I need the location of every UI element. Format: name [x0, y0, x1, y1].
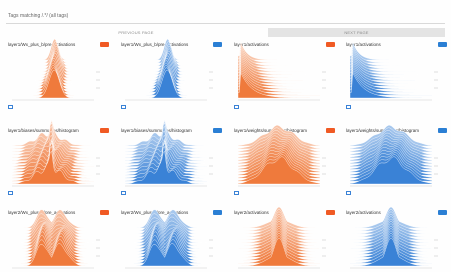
- expand-icon[interactable]: [234, 191, 239, 195]
- histogram-card: layer1/Wx_plus_b/pre_activations: [119, 38, 222, 110]
- histogram-card: layer2/Wx_plus_b/pre_activations: [119, 209, 222, 272]
- previous-page-button[interactable]: PREVIOUS PAGE: [84, 28, 188, 37]
- run-color-badge: [213, 210, 222, 215]
- histogram-card: layer1/biases/summaries/histogram: [6, 119, 109, 196]
- next-page-button[interactable]: NEXT PAGE: [268, 28, 445, 37]
- histogram-card-title: layer2/activations: [234, 210, 269, 215]
- histogram-card: layer1/biases/summaries/histogram: [119, 119, 222, 196]
- histogram-chart: [11, 119, 100, 187]
- run-color-badge: [326, 128, 335, 133]
- histogram-chart: [237, 206, 326, 269]
- tensorboard-histograms-view: Tags matching /.*/ (all tags) PREVIOUS P…: [0, 0, 451, 272]
- histogram-card-title: layer1/activations: [234, 42, 269, 47]
- run-color-badge: [100, 42, 109, 47]
- histogram-card-title: layer2/activations: [346, 210, 381, 215]
- histogram-chart: [11, 38, 100, 101]
- histogram-card: layer1/activations: [232, 42, 335, 110]
- histogram-card: layer2/Wx_plus_b/pre_activations: [6, 209, 109, 272]
- expand-icon[interactable]: [234, 105, 239, 109]
- run-color-badge: [213, 128, 222, 133]
- histogram-card: layer1/Wx_plus_b/pre_activations: [6, 38, 109, 110]
- histogram-card-title: layer1/activations: [346, 42, 381, 47]
- histogram-card: layer1/weights/summaries/histogram: [344, 125, 447, 196]
- histogram-chart: [11, 209, 100, 269]
- histogram-chart: [349, 125, 438, 187]
- run-color-badge: [100, 210, 109, 215]
- histogram-card-title: layer1/biases/summaries/histogram: [8, 128, 79, 133]
- histogram-card: layer1/weights/summaries/histogram: [232, 125, 335, 196]
- histogram-chart: [124, 38, 213, 101]
- expand-icon[interactable]: [346, 191, 351, 195]
- tag-filter-input[interactable]: Tags matching /.*/ (all tags): [6, 12, 445, 24]
- expand-icon[interactable]: [8, 105, 13, 109]
- histogram-chart: [349, 206, 438, 269]
- run-color-badge: [326, 42, 335, 47]
- histogram-card-title: layer1/Wx_plus_b/pre_activations: [121, 42, 189, 47]
- histogram-layer: [125, 69, 207, 99]
- run-color-badge: [326, 210, 335, 215]
- histogram-card-title: layer1/Wx_plus_b/pre_activations: [8, 42, 76, 47]
- run-color-badge: [438, 42, 447, 47]
- histogram-chart: [124, 209, 213, 269]
- run-color-badge: [438, 128, 447, 133]
- histogram-chart: [237, 42, 326, 101]
- histogram-card-title: layer1/biases/summaries/histogram: [121, 128, 192, 133]
- expand-icon[interactable]: [346, 105, 351, 109]
- histogram-card: layer2/activations: [232, 206, 335, 272]
- run-color-badge: [213, 42, 222, 47]
- histogram-layer: [12, 69, 94, 99]
- histogram-card: layer1/activations: [344, 42, 447, 110]
- expand-icon[interactable]: [121, 105, 126, 109]
- histogram-card: layer2/activations: [344, 206, 447, 272]
- histogram-chart: [237, 125, 326, 187]
- run-color-badge: [438, 210, 447, 215]
- tag-filter-text: Tags matching /.*/ (all tags): [8, 13, 69, 19]
- histogram-chart: [349, 42, 438, 101]
- expand-icon[interactable]: [121, 191, 126, 195]
- run-color-badge: [100, 128, 109, 133]
- expand-icon[interactable]: [8, 191, 13, 195]
- histogram-chart: [124, 119, 213, 187]
